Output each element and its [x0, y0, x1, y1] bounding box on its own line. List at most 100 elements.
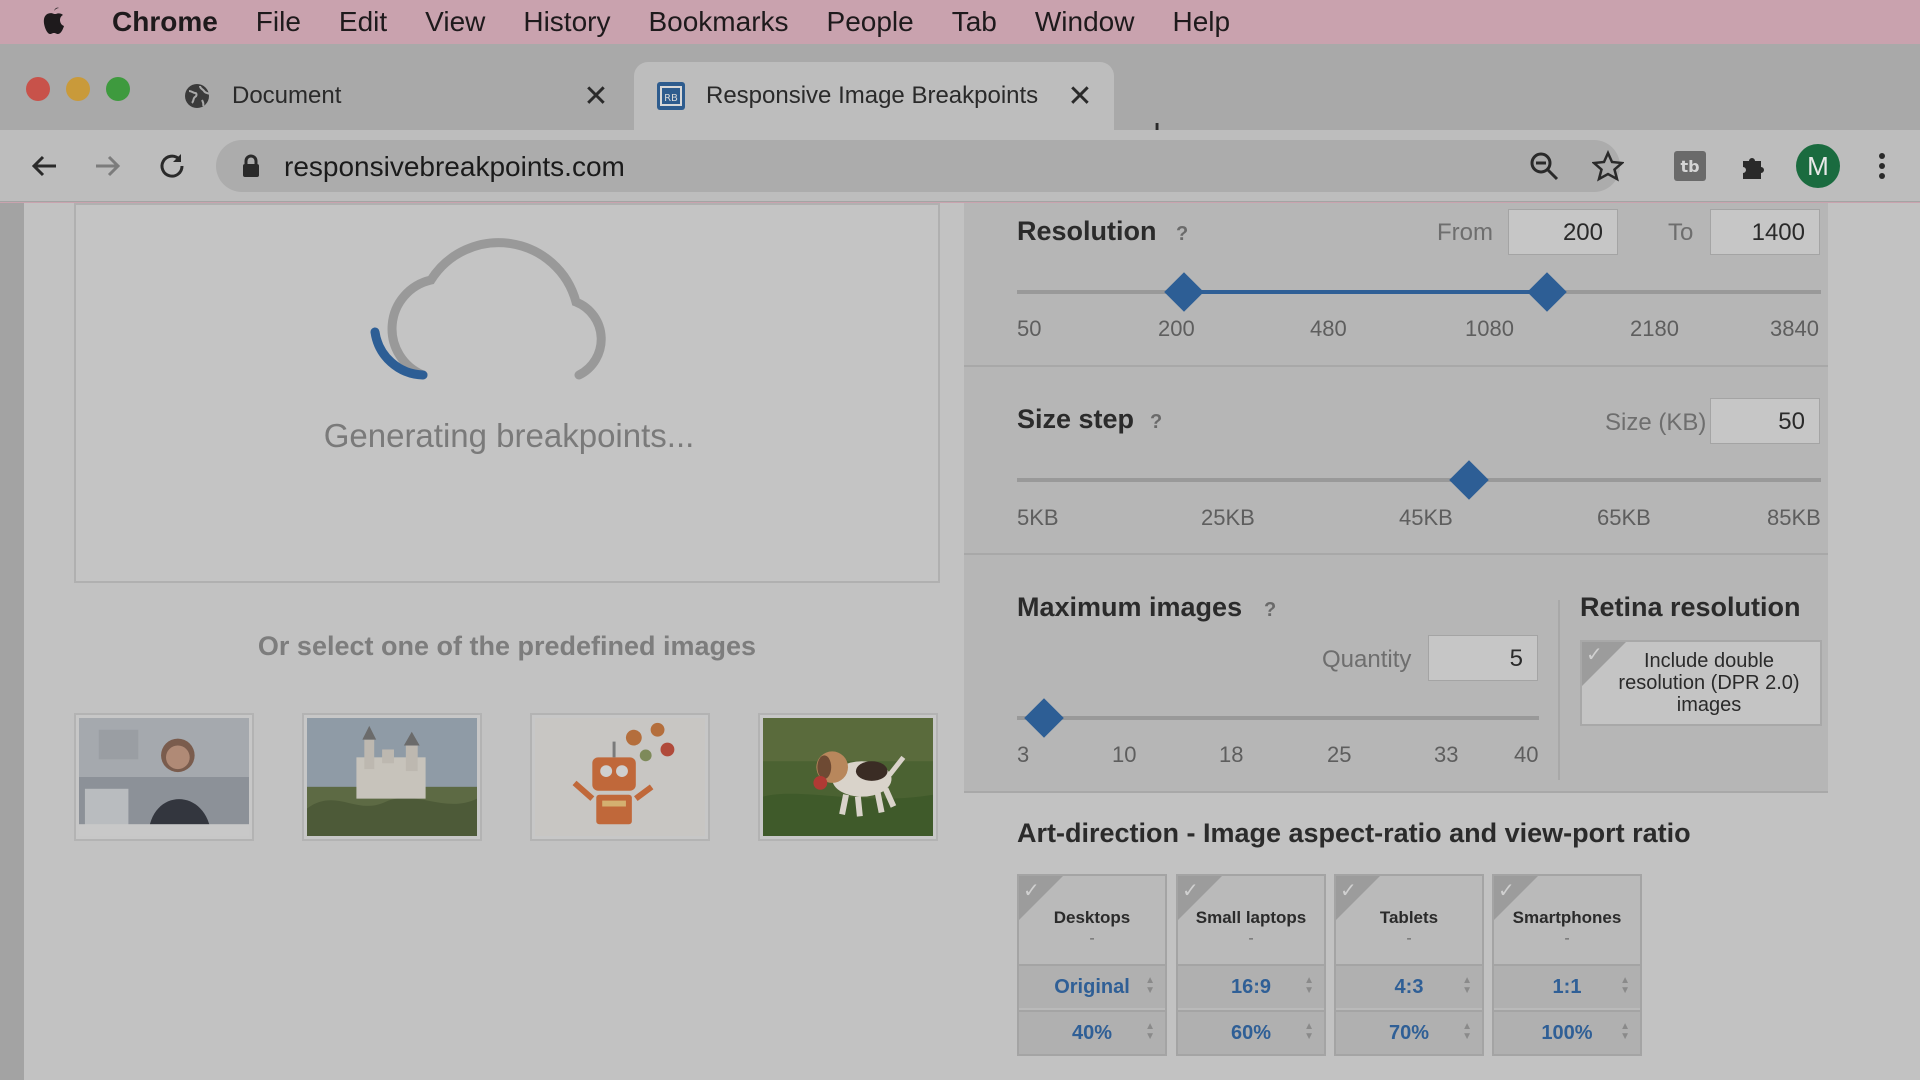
tab-document[interactable]: Document ✕: [160, 62, 630, 130]
menu-file[interactable]: File: [256, 6, 301, 38]
device-card-small-laptops[interactable]: ✓ Small laptops - 16:9 ▲ ▼ 60% ▲ ▼: [1176, 874, 1326, 1056]
thumb-woman-at-laptop[interactable]: [74, 713, 254, 841]
max-images-tick: 18: [1219, 742, 1244, 767]
device-subtitle: -: [1089, 930, 1095, 947]
aspect-ratio-select[interactable]: 16:9 ▲ ▼: [1178, 964, 1324, 1008]
spinner-arrows-icon[interactable]: ▲ ▼: [1620, 976, 1630, 996]
loading-status: Generating breakpoints...: [323, 417, 695, 454]
menu-people[interactable]: People: [827, 6, 914, 38]
thumb-robot-with-flowers[interactable]: [530, 713, 710, 841]
viewport-ratio-select[interactable]: 60% ▲ ▼: [1178, 1010, 1324, 1054]
resolution-tick: 480: [1310, 316, 1347, 341]
device-card-tablets[interactable]: ✓ Tablets - 4:3 ▲ ▼ 70% ▲ ▼: [1334, 874, 1484, 1056]
window-maximize-button[interactable]: [106, 77, 130, 101]
spinner-arrows-icon[interactable]: ▲ ▼: [1304, 976, 1314, 996]
svg-text:RB: RB: [664, 93, 678, 104]
resolution-from-label: From: [1437, 219, 1493, 246]
resolution-to-label: To: [1668, 219, 1694, 246]
resolution-label: Resolution: [1017, 216, 1157, 246]
max-images-tick: 33: [1434, 742, 1459, 767]
aspect-ratio-select[interactable]: 1:1 ▲ ▼: [1494, 964, 1640, 1008]
max-images-help-icon[interactable]: ?: [1264, 599, 1276, 622]
resolution-tick: 200: [1158, 316, 1195, 341]
bookmark-star-icon[interactable]: [1590, 148, 1626, 184]
resolution-tick: 1080: [1465, 316, 1514, 341]
retina-divider: [1558, 600, 1560, 780]
checkmark-icon: ✓: [1582, 642, 1626, 686]
spinner-arrows-icon[interactable]: ▲ ▼: [1304, 1022, 1314, 1042]
back-arrow-icon[interactable]: [26, 148, 62, 184]
panel-divider: [964, 791, 1828, 793]
extension-tb-icon[interactable]: tb: [1672, 148, 1708, 184]
menu-tab[interactable]: Tab: [952, 6, 997, 38]
forward-arrow-icon[interactable]: [90, 148, 126, 184]
extensions-puzzle-icon[interactable]: [1736, 148, 1772, 184]
zoom-magnifier-icon[interactable]: [1526, 148, 1562, 184]
device-name: Tablets: [1379, 908, 1439, 927]
menu-window[interactable]: Window: [1035, 6, 1135, 38]
thumb-castle[interactable]: [302, 713, 482, 841]
device-card-smartphones[interactable]: ✓ Smartphones - 1:1 ▲ ▼ 100% ▲ ▼: [1492, 874, 1642, 1056]
resolution-tick: 2180: [1630, 316, 1679, 341]
apple-logo-icon[interactable]: [40, 5, 70, 39]
resolution-slider-range: [1184, 290, 1547, 294]
resolution-from-input[interactable]: 200: [1508, 209, 1618, 255]
aspect-ratio-select[interactable]: 4:3 ▲ ▼: [1336, 964, 1482, 1008]
tab-title: Document: [232, 82, 342, 109]
tab-close-icon[interactable]: ✕: [1064, 80, 1096, 113]
menu-view[interactable]: View: [425, 6, 485, 38]
resolution-help-icon[interactable]: ?: [1176, 223, 1188, 246]
art-direction-title: Art-direction - Image aspect-ratio and v…: [1017, 818, 1691, 848]
device-card-desktops[interactable]: ✓ Desktops - Original ▲ ▼ 40% ▲ ▼: [1017, 874, 1167, 1056]
device-name: Small laptops: [1195, 908, 1307, 927]
tab-title: Responsive Image Breakpoints: [706, 82, 1039, 109]
url-text[interactable]: responsivebreakpoints.com: [284, 151, 625, 183]
cloud-loading-icon: [361, 220, 631, 395]
window-close-button[interactable]: [26, 77, 50, 101]
aspect-ratio-value: 16:9: [1230, 976, 1272, 998]
address-bar[interactable]: responsivebreakpoints.com: [216, 140, 1620, 192]
viewport-ratio-value: 60%: [1230, 1022, 1272, 1044]
menu-bookmarks[interactable]: Bookmarks: [648, 6, 788, 38]
aspect-ratio-value: 1:1: [1552, 976, 1582, 998]
quantity-input[interactable]: 5: [1428, 635, 1538, 681]
upload-dropzone[interactable]: Generating breakpoints...: [74, 203, 940, 583]
resolution-tick: 3840: [1770, 316, 1819, 341]
spinner-arrows-icon[interactable]: ▲ ▼: [1462, 1022, 1472, 1042]
profile-avatar[interactable]: M: [1796, 144, 1840, 188]
spinner-arrows-icon[interactable]: ▲ ▼: [1620, 1022, 1630, 1042]
spinner-arrows-icon[interactable]: ▲ ▼: [1462, 976, 1472, 996]
menu-history[interactable]: History: [523, 6, 610, 38]
retina-checkbox[interactable]: ✓ Include double resolution (DPR 2.0) im…: [1580, 640, 1822, 726]
tab-responsive-breakpoints[interactable]: RB Responsive Image Breakpoints ✕: [634, 62, 1114, 130]
size-step-slider-track[interactable]: [1017, 478, 1821, 482]
menu-edit[interactable]: Edit: [339, 6, 387, 38]
rb-favicon-icon: RB: [656, 81, 686, 111]
menu-help[interactable]: Help: [1172, 6, 1230, 38]
reload-icon[interactable]: [154, 148, 190, 184]
more-menu-icon[interactable]: [1864, 148, 1900, 184]
size-kb-input[interactable]: 50: [1710, 398, 1820, 444]
lock-icon[interactable]: [242, 154, 260, 183]
quantity-label: Quantity: [1322, 646, 1412, 673]
spinner-arrows-icon[interactable]: ▲ ▼: [1145, 976, 1155, 996]
size-step-panel: [964, 367, 1828, 553]
viewport-ratio-select[interactable]: 40% ▲ ▼: [1019, 1010, 1165, 1054]
max-images-slider-track[interactable]: [1017, 716, 1539, 720]
menu-app-name[interactable]: Chrome: [112, 6, 218, 38]
viewport-ratio-value: 70%: [1388, 1022, 1430, 1044]
viewport-ratio-select[interactable]: 100% ▲ ▼: [1494, 1010, 1640, 1054]
resolution-tick: 50: [1017, 316, 1042, 341]
browser-toolbar: responsivebreakpoints.com tb M: [0, 130, 1920, 202]
size-step-help-icon[interactable]: ?: [1150, 411, 1162, 434]
resolution-to-input[interactable]: 1400: [1710, 209, 1820, 255]
viewport-ratio-select[interactable]: 70% ▲ ▼: [1336, 1010, 1482, 1054]
window-minimize-button[interactable]: [66, 77, 90, 101]
size-step-tick: 5KB: [1017, 505, 1059, 530]
thumb-beagle-puppy[interactable]: [758, 713, 938, 841]
device-name: Desktops: [1053, 908, 1131, 927]
globe-icon: [182, 81, 212, 111]
spinner-arrows-icon[interactable]: ▲ ▼: [1145, 1022, 1155, 1042]
tab-close-icon[interactable]: ✕: [580, 80, 612, 113]
aspect-ratio-select[interactable]: Original ▲ ▼: [1019, 964, 1165, 1008]
